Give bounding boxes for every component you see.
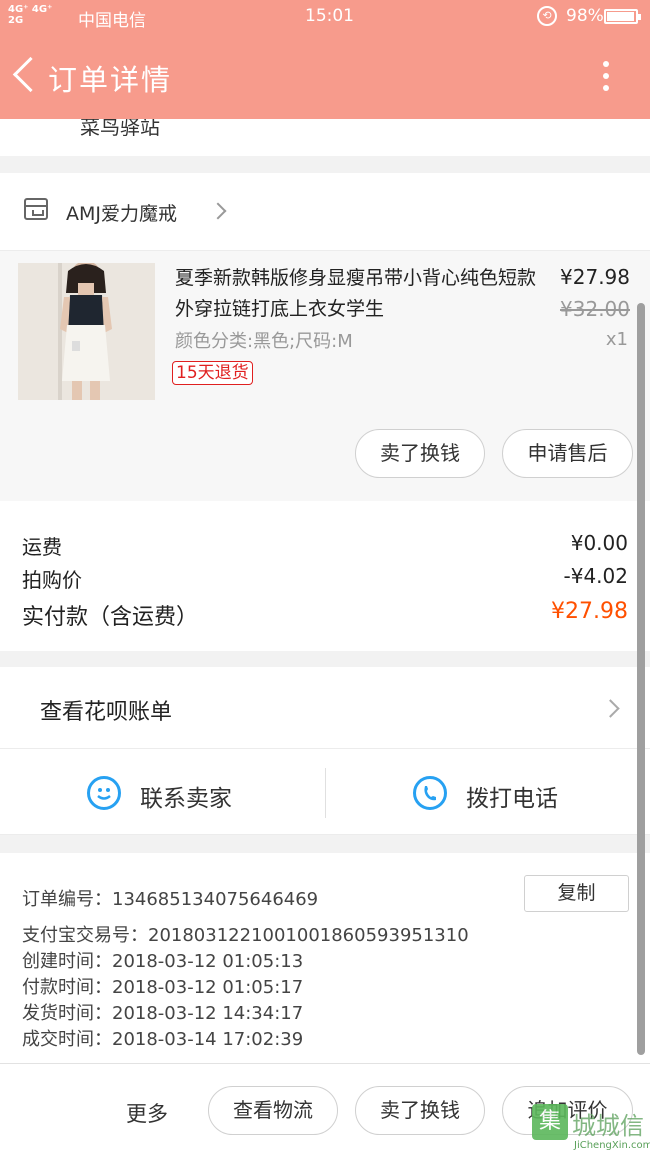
created-time-row: 创建时间：2018-03-12 01:05:13 (22, 951, 304, 972)
contact-seller-label: 联系卖家 (140, 786, 232, 812)
contact-bar: 联系卖家 拨打电话 (0, 749, 650, 835)
shipped-time-row: 发货时间：2018-03-12 14:34:17 (22, 1003, 304, 1024)
back-icon[interactable] (10, 51, 40, 99)
huabei-bill-label: 查看花呗账单 (40, 700, 173, 725)
address-section: 菜鸟驿站 (0, 119, 650, 156)
huabei-bill-row[interactable]: 查看花呗账单 (0, 667, 650, 749)
call-phone-button[interactable]: 拨打电话 (326, 749, 636, 835)
paid-time: 2018-03-12 01:05:17 (112, 977, 304, 998)
total-row: 实付款（含运费） ¥27.98 (22, 599, 628, 631)
paid-time-row: 付款时间：2018-03-12 01:05:17 (22, 977, 304, 998)
more-button[interactable]: 更多 (126, 1098, 168, 1128)
store-icon (24, 198, 48, 220)
discount-label: 拍购价 (22, 568, 82, 592)
original-price: ¥32.00 (560, 297, 630, 321)
order-number: 134685134075646469 (112, 889, 319, 910)
shop-name: AMJ爱力魔戒 (66, 203, 177, 225)
total-label: 实付款（含运费） (22, 605, 199, 630)
sell-for-cash-button[interactable]: 卖了换钱 (355, 429, 485, 478)
discount-value: -¥4.02 (563, 564, 628, 588)
sell-for-cash-button-bottom[interactable]: 卖了换钱 (355, 1086, 485, 1135)
contact-seller-button[interactable]: 联系卖家 (0, 749, 325, 835)
shop-row[interactable]: AMJ爱力魔戒 (0, 173, 650, 251)
carrier-name: 中国电信 (78, 11, 146, 31)
chevron-right-icon (209, 202, 227, 220)
after-sales-button[interactable]: 申请售后 (502, 429, 633, 478)
order-info: 订单编号：134685134075646469 复制 支付宝交易号：201803… (0, 853, 650, 1063)
more-menu-icon[interactable] (592, 57, 620, 97)
product-quantity: x1 (605, 329, 628, 350)
order-number-row: 订单编号：134685134075646469 (22, 889, 319, 910)
phone-icon (413, 776, 447, 810)
status-bar: 4G⁺ 4G⁺ 2G 中国电信 15:01 ⟲ 98% (0, 0, 650, 33)
chevron-right-icon (601, 699, 620, 718)
shipping-label: 运费 (22, 535, 62, 559)
product-item[interactable]: 夏季新款韩版修身显瘦吊带小背心纯色短款外穿拉链打底上衣女学生 颜色分类:黑色;尺… (0, 251, 650, 501)
network-indicator: 4G⁺ 4G⁺ 2G (8, 4, 53, 26)
alipay-number: 2018031221001001860593951310 (148, 925, 469, 946)
alipay-number-row: 支付宝交易号：2018031221001001860593951310 (22, 925, 469, 946)
completed-time-row: 成交时间：2018-03-14 17:02:39 (22, 1029, 304, 1050)
battery-percent: 98% (566, 6, 604, 26)
copy-button[interactable]: 复制 (524, 875, 629, 912)
clock: 15:01 (305, 6, 354, 26)
watermark-icon: 集 (532, 1104, 568, 1140)
product-price: ¥27.98 (560, 265, 630, 289)
product-spec: 颜色分类:黑色;尺码:M (175, 331, 353, 352)
return-policy-badge: 15天退货 (172, 361, 253, 385)
product-title: 夏季新款韩版修身显瘦吊带小背心纯色短款外穿拉链打底上衣女学生 (175, 267, 537, 320)
shipping-value: ¥0.00 (570, 531, 628, 555)
order-detail-content: 菜鸟驿站 AMJ爱力魔戒 夏季新款韩版修身显瘦吊带小背心纯色短款外穿拉链打底上衣… (0, 119, 650, 1063)
scrollbar[interactable] (637, 303, 645, 1055)
call-phone-label: 拨打电话 (466, 786, 558, 812)
total-value: ¥27.98 (551, 599, 628, 624)
created-time: 2018-03-12 01:05:13 (112, 951, 304, 972)
watermark-logo: 集 城城信 JiChengXin.com (532, 1104, 650, 1155)
product-image (18, 263, 155, 400)
view-logistics-button[interactable]: 查看物流 (208, 1086, 338, 1135)
header: 订单详情 (0, 33, 650, 119)
completed-time: 2018-03-14 17:02:39 (112, 1029, 304, 1050)
rotation-lock-icon: ⟲ (537, 6, 557, 26)
page-title: 订单详情 (48, 63, 173, 97)
chat-bubble-icon (87, 776, 121, 810)
battery-fill (607, 12, 635, 21)
cost-summary: 运费 ¥0.00 拍购价 -¥4.02 实付款（含运费） ¥27.98 (0, 501, 650, 651)
shipped-time: 2018-03-12 14:34:17 (112, 1003, 304, 1024)
battery-icon (604, 9, 641, 24)
shipping-row: 运费 ¥0.00 (22, 531, 628, 560)
address-text: 菜鸟驿站 (80, 119, 160, 139)
discount-row: 拍购价 -¥4.02 (22, 564, 628, 593)
